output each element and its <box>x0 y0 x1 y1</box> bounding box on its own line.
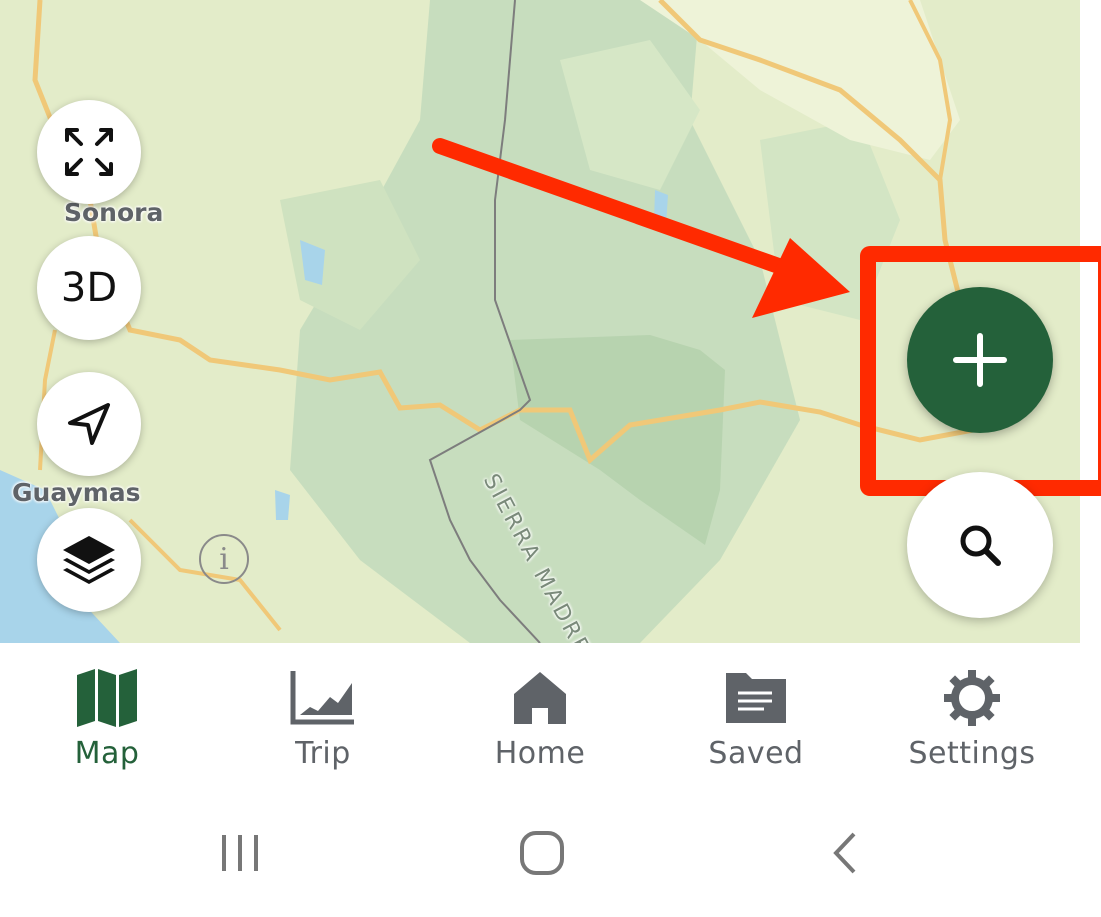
nav-label-map: Map <box>74 736 140 771</box>
nav-label-trip: Trip <box>295 736 351 771</box>
back-chevron-icon <box>833 832 856 874</box>
layers-icon <box>63 536 115 584</box>
nav-label-home: Home <box>494 736 586 771</box>
chart-icon <box>290 671 354 725</box>
system-navigation-bar <box>0 793 1101 917</box>
info-button[interactable]: i <box>199 534 249 584</box>
3d-toggle-button[interactable]: 3D <box>37 236 141 340</box>
search-button[interactable] <box>907 472 1053 618</box>
expand-icon <box>65 128 113 176</box>
recents-icon <box>222 835 258 871</box>
nav-item-home[interactable]: Home <box>440 643 640 793</box>
home-circle-icon <box>520 831 564 875</box>
gear-icon <box>944 670 1000 726</box>
map-label-guaymas: Guaymas <box>12 478 141 507</box>
nav-label-settings: Settings <box>908 736 1036 771</box>
3d-label: 3D <box>60 265 118 311</box>
bottom-navigation: Map Trip Home Saved Settings <box>0 643 1101 793</box>
add-button[interactable] <box>907 287 1053 433</box>
home-icon <box>514 672 566 724</box>
fullscreen-button[interactable] <box>37 100 141 204</box>
locate-button[interactable] <box>37 372 141 476</box>
recents-button[interactable] <box>200 823 280 883</box>
nav-item-map[interactable]: Map <box>7 643 207 793</box>
search-icon <box>960 525 1001 566</box>
navigation-arrow-icon <box>68 403 110 445</box>
nav-item-saved[interactable]: Saved <box>656 643 856 793</box>
info-glyph: i <box>219 541 229 577</box>
map-edge <box>1080 0 1101 643</box>
back-button[interactable] <box>805 823 885 883</box>
nav-label-saved: Saved <box>708 736 804 771</box>
nav-item-trip[interactable]: Trip <box>223 643 423 793</box>
layers-button[interactable] <box>37 508 141 612</box>
plus-icon <box>953 333 1007 387</box>
system-home-button[interactable] <box>502 823 582 883</box>
folder-icon <box>726 673 786 723</box>
map-icon <box>77 669 137 727</box>
nav-item-settings[interactable]: Settings <box>872 643 1072 793</box>
